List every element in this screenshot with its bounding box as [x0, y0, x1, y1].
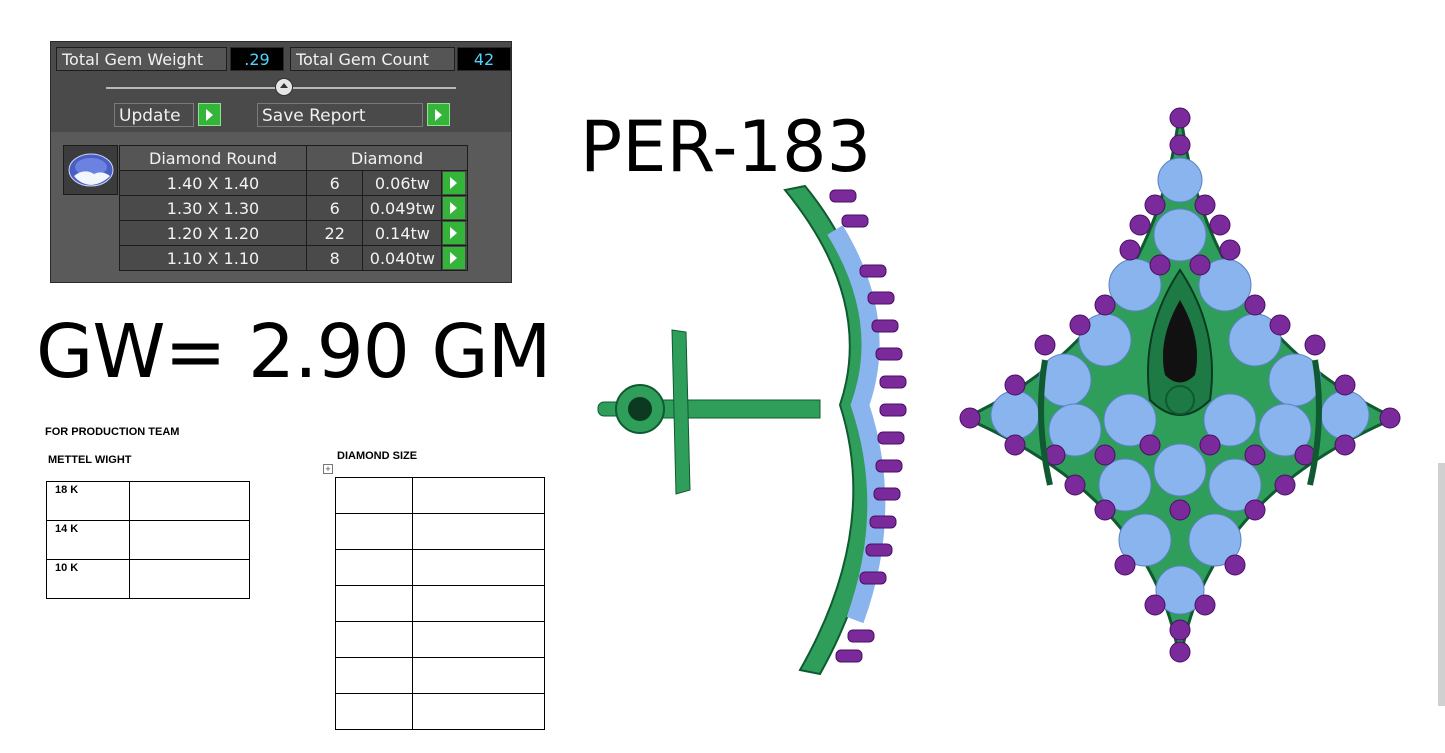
diamond-size-cell[interactable] [335, 549, 413, 586]
header-type: Diamond [306, 145, 468, 171]
table-move-handle-icon[interactable]: + [323, 464, 333, 474]
row-select-button[interactable] [441, 170, 468, 196]
production-heading: FOR PRODUCTION TEAM [45, 426, 180, 438]
gem-count: 22 [305, 220, 364, 246]
gem-size: 1.10 X 1.10 [119, 245, 307, 271]
gem-count: 6 [305, 195, 364, 221]
table-row: 1.10 X 1.10 8 0.040tw [119, 245, 468, 271]
gem-size: 1.30 X 1.30 [119, 195, 307, 221]
metal-karat: 14 K [46, 520, 130, 560]
diamond-size-cell[interactable] [412, 477, 545, 514]
diamond-size-cell[interactable] [412, 549, 545, 586]
row-select-button[interactable] [441, 195, 468, 221]
diamond-size-cell[interactable] [335, 513, 413, 550]
gem-size: 1.20 X 1.20 [119, 220, 307, 246]
gem-table: Diamond Round Diamond 1.40 X 1.40 6 0.06… [119, 145, 468, 271]
table-row [335, 549, 545, 586]
diamond-size-cell[interactable] [335, 621, 413, 658]
design-code-title: PER-183 [580, 106, 872, 188]
metal-weight-cell[interactable] [129, 520, 250, 560]
metal-karat: 18 K [46, 481, 130, 521]
diamond-size-heading: DIAMOND SIZE [337, 450, 418, 462]
diamond-size-cell[interactable] [335, 585, 413, 622]
table-row [335, 477, 545, 514]
diamond-size-cell[interactable] [335, 693, 413, 730]
table-row: 1.20 X 1.20 22 0.14tw [119, 220, 468, 246]
gem-size: 1.40 X 1.40 [119, 170, 307, 196]
table-row: 1.40 X 1.40 6 0.06tw [119, 170, 468, 196]
metal-weight-table: 18 K 14 K 10 K [46, 481, 250, 599]
table-row: 10 K [46, 559, 250, 599]
gem-weight: 0.06tw [362, 170, 443, 196]
diamond-size-cell[interactable] [412, 621, 545, 658]
play-icon [443, 197, 466, 219]
diamond-size-table [335, 477, 545, 730]
table-row [335, 585, 545, 622]
diamond-round-gem-icon [63, 145, 118, 195]
earring-side-view [597, 184, 907, 676]
update-run-icon[interactable] [198, 103, 221, 126]
table-row: 14 K [46, 520, 250, 560]
gem-weight: 0.040tw [362, 245, 443, 271]
panel-splitter-handle[interactable] [275, 78, 293, 96]
play-icon [443, 247, 466, 269]
row-select-button[interactable] [441, 245, 468, 271]
diamond-size-cell[interactable] [335, 477, 413, 514]
total-gem-weight-value: .29 [230, 47, 284, 71]
gem-report-panel: Total Gem Weight .29 Total Gem Count 42 … [50, 41, 512, 283]
earring-front-view [959, 107, 1401, 663]
table-row [335, 693, 545, 730]
update-button[interactable]: Update [114, 103, 194, 127]
play-icon [443, 222, 466, 244]
metal-weight-heading: METTEL WIGHT [48, 454, 132, 466]
diamond-size-cell[interactable] [335, 657, 413, 694]
table-row [335, 513, 545, 550]
table-row: 18 K [46, 481, 250, 521]
table-row: 1.30 X 1.30 6 0.049tw [119, 195, 468, 221]
gem-count: 8 [305, 245, 364, 271]
diamond-size-cell[interactable] [412, 693, 545, 730]
metal-karat: 10 K [46, 559, 130, 599]
total-gem-count-label: Total Gem Count [290, 47, 455, 71]
table-row [335, 657, 545, 694]
metal-weight-cell[interactable] [129, 481, 250, 521]
metal-weight-cell[interactable] [129, 559, 250, 599]
diamond-size-cell[interactable] [412, 657, 545, 694]
gem-count: 6 [305, 170, 364, 196]
save-report-button[interactable]: Save Report [257, 103, 423, 127]
total-gem-count-value: 42 [457, 47, 511, 71]
table-row [335, 621, 545, 658]
gem-table-header: Diamond Round Diamond [119, 145, 468, 171]
play-icon [443, 172, 466, 194]
diamond-size-cell[interactable] [412, 513, 545, 550]
gem-weight: 0.14tw [362, 220, 443, 246]
scrollbar[interactable] [1438, 463, 1445, 706]
gross-weight-title: GW= 2.90 GM [36, 309, 552, 395]
row-select-button[interactable] [441, 220, 468, 246]
gem-weight: 0.049tw [362, 195, 443, 221]
diamond-size-cell[interactable] [412, 585, 545, 622]
total-gem-weight-label: Total Gem Weight [56, 47, 227, 71]
header-shape: Diamond Round [119, 145, 307, 171]
save-report-run-icon[interactable] [427, 103, 450, 126]
